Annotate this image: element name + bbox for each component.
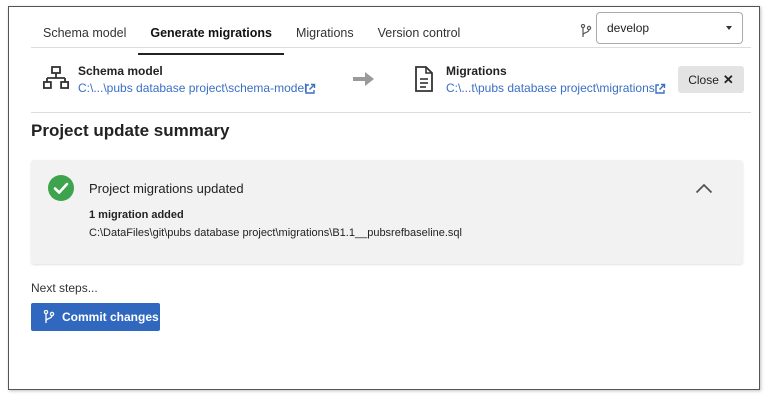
tab-version-control[interactable]: Version control: [366, 17, 473, 55]
branch-dropdown-value: develop: [607, 21, 650, 35]
close-button-label: Close: [688, 72, 719, 87]
close-button[interactable]: Close ✕: [678, 66, 744, 93]
commit-changes-label: Commit changes: [62, 310, 159, 324]
close-icon: ✕: [722, 71, 734, 87]
tab-migrations[interactable]: Migrations: [284, 17, 366, 55]
source-title: Schema model: [78, 64, 163, 78]
arrow-right-icon: [353, 72, 374, 86]
panel-title: Project migrations updated: [89, 181, 244, 196]
tab-bar: Schema model Generate migrations Migrati…: [31, 17, 472, 55]
source-path-text: C:\...\pubs database project\schema-mode…: [78, 81, 307, 95]
tab-schema-model[interactable]: Schema model: [31, 17, 138, 55]
external-link-icon[interactable]: [654, 83, 666, 95]
hierarchy-icon: [43, 66, 69, 89]
chevron-up-icon[interactable]: [695, 183, 713, 194]
document-icon: [415, 66, 433, 92]
branch-dropdown[interactable]: develop: [596, 12, 743, 44]
commit-changes-button[interactable]: Commit changes: [31, 303, 160, 331]
target-path-text: C:\...t\pubs database project\migrations: [446, 81, 655, 95]
update-result-panel: Project migrations updated 1 migration a…: [31, 160, 743, 264]
target-title: Migrations: [446, 64, 507, 78]
source-path-link[interactable]: C:\...\pubs database project\schema-mode…: [78, 81, 307, 95]
chevron-down-icon: [726, 26, 732, 30]
page-title: Project update summary: [31, 121, 230, 140]
target-path-link[interactable]: C:\...t\pubs database project\migrations: [446, 81, 655, 95]
git-branch-icon: [580, 24, 592, 37]
next-steps-label: Next steps...: [31, 281, 98, 295]
migration-file-path: C:\DataFiles\git\pubs database project\m…: [89, 227, 462, 239]
git-branch-icon: [43, 310, 55, 323]
success-check-icon: [48, 175, 74, 201]
app-window: Schema model Generate migrations Migrati…: [8, 6, 760, 390]
header-divider: [31, 112, 751, 113]
migration-count: 1 migration added: [89, 209, 184, 221]
tab-divider: [31, 47, 751, 48]
tab-generate-migrations[interactable]: Generate migrations: [138, 17, 284, 55]
external-link-icon[interactable]: [304, 83, 316, 95]
